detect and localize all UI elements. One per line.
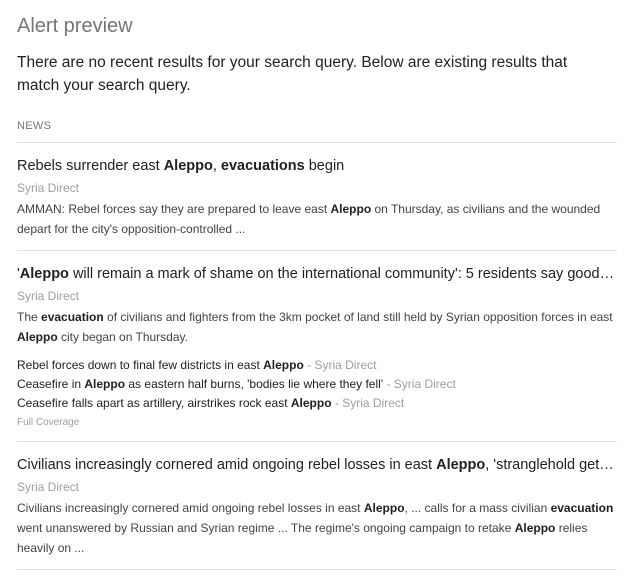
text-segment: will remain a mark of shame on the inter… xyxy=(68,266,617,282)
article-source: Syria Direct xyxy=(17,480,80,494)
text-segment: Rebels surrender east xyxy=(17,158,164,174)
text-segment: city began on Thursday. xyxy=(57,330,188,344)
highlighted-term: Aleppo xyxy=(263,358,304,372)
text-segment: , 'stranglehold getting ... xyxy=(485,457,617,473)
highlighted-term: Aleppo xyxy=(514,521,556,535)
page-title: Alert preview xyxy=(17,15,133,37)
text-segment: Ceasefire falls apart as artillery, airs… xyxy=(17,396,291,410)
article-headline-link[interactable]: Rebels surrender east Aleppo, evacuation… xyxy=(17,156,617,176)
text-segment: as eastern half burns, 'bodies lie where… xyxy=(125,377,384,391)
text-segment: Civilians increasingly cornered amid ong… xyxy=(17,501,364,515)
news-results-list: Rebels surrender east Aleppo, evacuation… xyxy=(17,143,617,570)
article-snippet: Civilians increasingly cornered amid ong… xyxy=(17,498,617,558)
related-article-source: - Syria Direct xyxy=(331,396,405,410)
no-results-notice: There are no recent results for your sea… xyxy=(17,54,568,94)
highlighted-term: evacuations xyxy=(220,158,305,174)
highlighted-term: Aleppo xyxy=(17,330,58,344)
news-article: Civilians increasingly cornered amid ong… xyxy=(17,442,617,570)
news-article: Rebels surrender east Aleppo, evacuation… xyxy=(17,143,617,251)
article-headline-link[interactable]: Civilians increasingly cornered amid ong… xyxy=(17,455,617,475)
text-segment: Ceasefire in xyxy=(17,377,85,391)
text-segment: AMMAN: Rebel forces say they are prepare… xyxy=(17,202,331,216)
text-segment: The xyxy=(17,310,42,324)
section-label-news: NEWS xyxy=(17,120,52,132)
highlighted-term: Aleppo xyxy=(363,501,405,515)
article-headline-link[interactable]: 'Aleppo will remain a mark of shame on t… xyxy=(17,264,617,284)
highlighted-term: Aleppo xyxy=(290,396,332,410)
related-article-source: - Syria Direct xyxy=(383,377,456,391)
related-article-link[interactable]: Rebel forces down to final few districts… xyxy=(17,356,617,375)
alert-preview-page: Alert preview There are no recent result… xyxy=(0,0,629,570)
highlighted-term: Aleppo xyxy=(19,266,69,282)
text-segment: begin xyxy=(304,158,345,174)
article-source: Syria Direct xyxy=(17,181,80,195)
related-article-source: - Syria Direct xyxy=(303,358,377,372)
text-segment: Rebel forces down to final few districts… xyxy=(17,358,264,372)
related-article-link[interactable]: Ceasefire in Aleppo as eastern half burn… xyxy=(17,375,617,394)
highlighted-term: Aleppo xyxy=(84,377,126,391)
full-coverage-link[interactable]: Full Coverage xyxy=(17,416,617,430)
article-snippet: The evacuation of civilians and fighters… xyxy=(17,307,617,347)
news-article: 'Aleppo will remain a mark of shame on t… xyxy=(17,251,617,442)
text-segment: , ... calls for a mass civilian xyxy=(404,501,551,515)
highlighted-term: Aleppo xyxy=(330,202,372,216)
article-source: Syria Direct xyxy=(17,289,80,303)
article-snippet: AMMAN: Rebel forces say they are prepare… xyxy=(17,199,617,239)
highlighted-term: Aleppo xyxy=(163,158,213,174)
related-article-link[interactable]: Ceasefire falls apart as artillery, airs… xyxy=(17,394,617,413)
highlighted-term: Aleppo xyxy=(436,457,486,473)
highlighted-term: evacuation xyxy=(41,310,104,324)
related-articles: Rebel forces down to final few districts… xyxy=(17,356,617,413)
highlighted-term: evacuation xyxy=(550,501,614,515)
text-segment: , xyxy=(212,158,221,174)
text-segment: went unanswered by Russian and Syrian re… xyxy=(17,521,515,535)
text-segment: of civilians and fighters from the 3km p… xyxy=(103,310,613,324)
text-segment: Civilians increasingly cornered amid ong… xyxy=(17,457,437,473)
